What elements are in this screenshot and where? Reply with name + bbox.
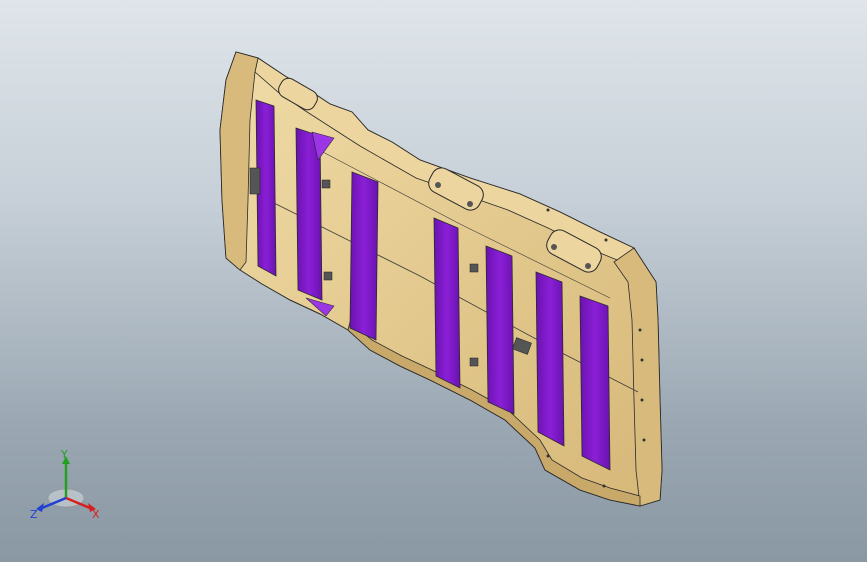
pad-7 — [579, 295, 611, 471]
pad-6 — [535, 271, 565, 447]
pad-4 — [433, 217, 461, 389]
pad-3 — [349, 171, 379, 341]
orientation-triad[interactable]: Y X Z — [28, 448, 104, 524]
z-axis-label: Z — [30, 508, 38, 521]
headliner-model[interactable] — [0, 0, 867, 562]
y-axis-label: Y — [60, 448, 68, 461]
graphics-viewport[interactable]: Y X Z — [0, 0, 867, 562]
pad-5 — [485, 245, 515, 415]
x-axis-label: X — [92, 508, 100, 521]
